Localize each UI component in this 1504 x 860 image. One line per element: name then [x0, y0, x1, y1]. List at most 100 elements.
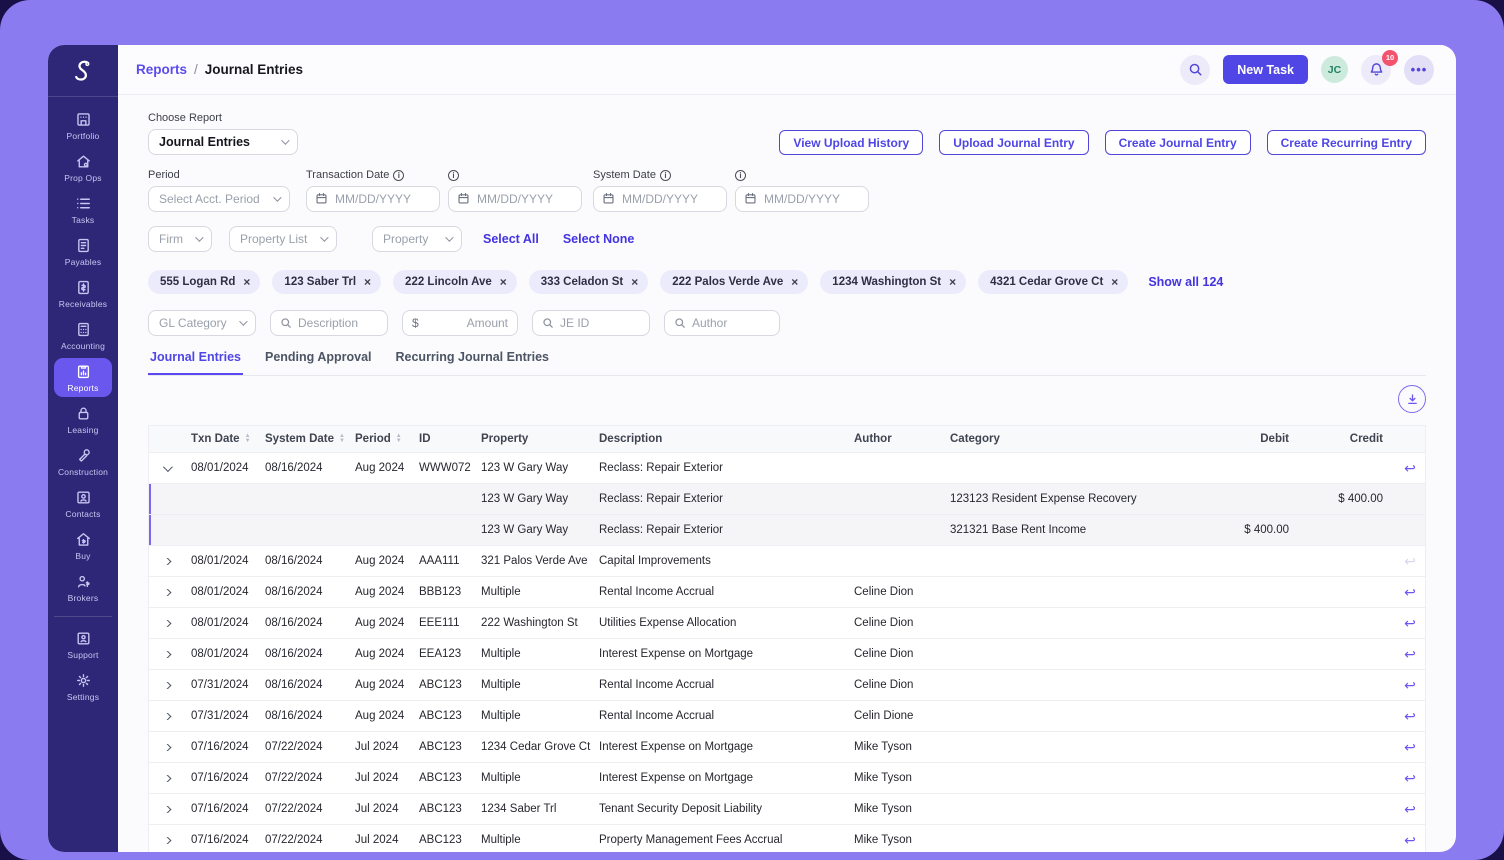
chip-close-icon[interactable]: ×	[243, 276, 250, 288]
chip-close-icon[interactable]: ×	[791, 276, 798, 288]
sidebar-item-reports[interactable]: Reports	[54, 358, 112, 397]
sidebar-item-portfolio[interactable]: Portfolio	[54, 106, 112, 145]
property-chip[interactable]: 222 Palos Verde Ave ×	[660, 270, 808, 294]
table-row[interactable]: 08/01/2024 08/16/2024 Aug 2024 EEE111 22…	[149, 608, 1425, 639]
select-none-link[interactable]: Select None	[563, 232, 635, 246]
more-options-button[interactable]: •••	[1404, 55, 1434, 85]
undo-icon[interactable]	[1404, 616, 1416, 630]
column-txn-date[interactable]: Txn Date	[183, 433, 257, 445]
amount-input[interactable]	[425, 316, 508, 330]
table-row[interactable]: 07/16/2024 07/22/2024 Jul 2024 ABC123 12…	[149, 794, 1425, 825]
sidebar-item-contacts[interactable]: Contacts	[54, 484, 112, 523]
new-task-button[interactable]: New Task	[1223, 55, 1308, 84]
expander-icon[interactable]	[161, 651, 171, 658]
select-all-link[interactable]: Select All	[483, 232, 539, 246]
undo-icon[interactable]	[1404, 678, 1416, 692]
user-avatar[interactable]: JC	[1321, 56, 1348, 83]
table-row[interactable]: 07/16/2024 07/22/2024 Jul 2024 ABC123 12…	[149, 732, 1425, 763]
undo-icon[interactable]	[1404, 709, 1416, 723]
firm-select[interactable]: Firm	[148, 226, 212, 252]
expander-icon[interactable]	[161, 682, 171, 689]
expander-icon[interactable]	[161, 775, 171, 782]
sidebar-item-payables[interactable]: Payables	[54, 232, 112, 271]
undo-icon[interactable]	[1404, 771, 1416, 785]
table-row[interactable]: 123 W Gary Way Reclass: Repair Exterior …	[149, 484, 1425, 515]
tab-journal-entries[interactable]: Journal Entries	[148, 350, 243, 375]
tab-pending-approval[interactable]: Pending Approval	[263, 350, 374, 375]
sort-icon[interactable]	[339, 434, 345, 444]
expander-icon[interactable]	[162, 465, 172, 472]
expander-icon[interactable]	[161, 837, 171, 844]
sidebar-item-receivables[interactable]: Receivables	[54, 274, 112, 313]
sidebar-item-brokers[interactable]: Brokers	[54, 568, 112, 607]
sidebar-item-settings[interactable]: Settings	[54, 667, 112, 706]
property-chip[interactable]: 222 Lincoln Ave ×	[393, 270, 517, 294]
description-input[interactable]	[298, 316, 378, 330]
chip-close-icon[interactable]: ×	[631, 276, 638, 288]
table-row[interactable]: 123 W Gary Way Reclass: Repair Exterior …	[149, 515, 1425, 546]
table-row[interactable]: 07/31/2024 08/16/2024 Aug 2024 ABC123 Mu…	[149, 670, 1425, 701]
property-chip[interactable]: 333 Celadon St ×	[529, 270, 648, 294]
property-select[interactable]: Property	[372, 226, 462, 252]
sidebar-item-leasing[interactable]: Leasing	[54, 400, 112, 439]
sidebar-item-construction[interactable]: Construction	[54, 442, 112, 481]
expander-icon[interactable]	[161, 620, 171, 627]
table-row[interactable]: 08/01/2024 08/16/2024 Aug 2024 BBB123 Mu…	[149, 577, 1425, 608]
undo-icon[interactable]	[1404, 461, 1416, 475]
info-icon[interactable]	[448, 170, 459, 181]
upload-journal-entry-button[interactable]: Upload Journal Entry	[939, 130, 1088, 155]
sort-icon[interactable]	[396, 434, 402, 444]
undo-icon[interactable]	[1404, 740, 1416, 754]
chip-close-icon[interactable]: ×	[1111, 276, 1118, 288]
property-list-select[interactable]: Property List	[229, 226, 337, 252]
sidebar-item-support[interactable]: Support	[54, 625, 112, 664]
table-row[interactable]: 08/01/2024 08/16/2024 Aug 2024 EEA123 Mu…	[149, 639, 1425, 670]
create-recurring-entry-button[interactable]: Create Recurring Entry	[1267, 130, 1426, 155]
app-logo[interactable]	[48, 45, 118, 97]
notifications-button[interactable]: 10	[1361, 55, 1391, 85]
info-icon[interactable]	[393, 170, 404, 181]
table-row[interactable]: 08/01/2024 08/16/2024 Aug 2024 WWW072 12…	[149, 453, 1425, 484]
column-period[interactable]: Period	[347, 433, 411, 445]
breadcrumb-reports-link[interactable]: Reports	[136, 62, 187, 77]
undo-icon[interactable]	[1404, 833, 1416, 847]
undo-icon[interactable]	[1404, 585, 1416, 599]
sort-icon[interactable]	[245, 434, 251, 444]
sidebar-item-prop-ops[interactable]: Prop Ops	[54, 148, 112, 187]
property-chip[interactable]: 555 Logan Rd ×	[148, 270, 260, 294]
sidebar-item-tasks[interactable]: Tasks	[54, 190, 112, 229]
show-all-link[interactable]: Show all 124	[1148, 275, 1223, 289]
expander-icon[interactable]	[161, 713, 171, 720]
download-button[interactable]	[1398, 385, 1426, 413]
tab-recurring-journal-entries[interactable]: Recurring Journal Entries	[394, 350, 552, 375]
author-input[interactable]	[692, 316, 770, 330]
chip-close-icon[interactable]: ×	[949, 276, 956, 288]
report-select[interactable]: Journal Entries	[148, 129, 298, 155]
table-row[interactable]: 07/16/2024 07/22/2024 Jul 2024 ABC123 Mu…	[149, 825, 1425, 852]
expander-icon[interactable]	[161, 744, 171, 751]
table-row[interactable]: 07/16/2024 07/22/2024 Jul 2024 ABC123 Mu…	[149, 763, 1425, 794]
undo-icon[interactable]	[1404, 802, 1416, 816]
chip-close-icon[interactable]: ×	[500, 276, 507, 288]
info-icon[interactable]	[660, 170, 671, 181]
je-id-input[interactable]	[560, 316, 640, 330]
gl-category-select[interactable]: GL Category	[148, 310, 256, 336]
column-system-date[interactable]: System Date	[257, 433, 347, 445]
property-chip[interactable]: 123 Saber Trl ×	[272, 270, 381, 294]
undo-icon[interactable]	[1404, 554, 1416, 568]
table-row[interactable]: 07/31/2024 08/16/2024 Aug 2024 ABC123 Mu…	[149, 701, 1425, 732]
expander-icon[interactable]	[161, 589, 171, 596]
view-upload-history-button[interactable]: View Upload History	[779, 130, 923, 155]
table-row[interactable]: 08/01/2024 08/16/2024 Aug 2024 AAA111 32…	[149, 546, 1425, 577]
info-icon[interactable]	[735, 170, 746, 181]
create-journal-entry-button[interactable]: Create Journal Entry	[1105, 130, 1251, 155]
property-chip[interactable]: 1234 Washington St ×	[820, 270, 966, 294]
search-button[interactable]	[1180, 55, 1210, 85]
sidebar-item-accounting[interactable]: Accounting	[54, 316, 112, 355]
property-chip[interactable]: 4321 Cedar Grove Ct ×	[978, 270, 1128, 294]
expander-icon[interactable]	[161, 558, 171, 565]
period-select[interactable]: Select Acct. Period	[148, 186, 290, 212]
sidebar-item-buy[interactable]: Buy	[54, 526, 112, 565]
chip-close-icon[interactable]: ×	[364, 276, 371, 288]
undo-icon[interactable]	[1404, 647, 1416, 661]
